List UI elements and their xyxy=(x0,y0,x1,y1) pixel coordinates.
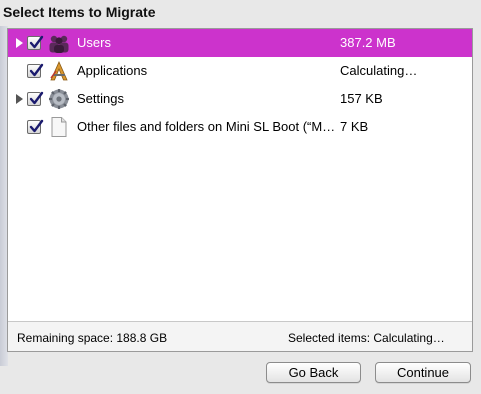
users-icon xyxy=(48,32,70,54)
list-item-users[interactable]: Users 387.2 MB xyxy=(8,29,472,57)
applications-icon xyxy=(48,60,70,82)
document-icon xyxy=(48,116,70,138)
list-item-applications[interactable]: Applications Calculating… xyxy=(8,57,472,85)
item-label: Applications xyxy=(77,63,148,78)
items-list: Users 387.2 MB Applications Calculating… xyxy=(8,29,472,319)
remaining-space-text: Remaining space: 188.8 GB xyxy=(17,331,168,345)
item-size: Calculating… xyxy=(340,63,418,78)
settings-checkbox[interactable] xyxy=(27,91,44,106)
list-item-settings[interactable]: Settings 157 KB xyxy=(8,85,472,113)
item-size: 157 KB xyxy=(340,91,383,106)
item-size: 387.2 MB xyxy=(340,35,396,50)
go-back-button[interactable]: Go Back xyxy=(266,362,361,383)
item-label: Other files and folders on Mini SL Boot … xyxy=(77,119,336,134)
disclosure-triangle[interactable] xyxy=(16,94,23,104)
list-item-other-files[interactable]: Other files and folders on Mini SL Boot … xyxy=(8,113,472,141)
item-size: 7 KB xyxy=(340,119,369,134)
users-checkbox[interactable] xyxy=(27,35,44,50)
other-files-checkbox[interactable] xyxy=(27,119,44,134)
items-panel: Users 387.2 MB Applications Calculating… xyxy=(7,28,473,352)
item-label: Settings xyxy=(77,91,124,106)
selected-items-text: Selected items: Calculating… xyxy=(288,331,445,345)
page-title: Select Items to Migrate xyxy=(3,4,156,20)
applications-checkbox[interactable] xyxy=(27,63,44,78)
continue-button[interactable]: Continue xyxy=(375,362,471,383)
status-bar: Remaining space: 188.8 GB Selected items… xyxy=(8,321,472,351)
settings-gear-icon xyxy=(48,88,70,110)
disclosure-triangle[interactable] xyxy=(16,38,23,48)
item-label: Users xyxy=(77,35,111,50)
